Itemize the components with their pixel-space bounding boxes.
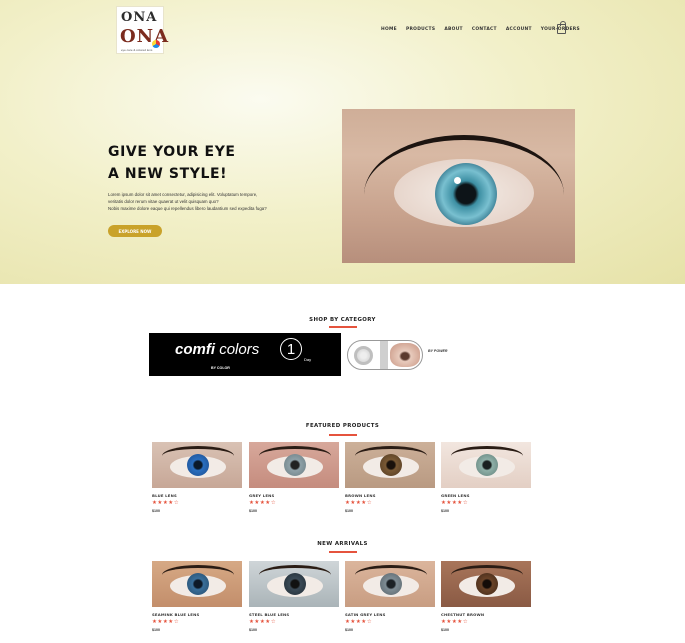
nav-account[interactable]: ACCOUNT <box>506 27 532 32</box>
hero-eye-image <box>342 109 575 263</box>
category-comfi-colors-banner[interactable]: comfi colors 1 Day BY COLOR <box>149 333 341 376</box>
product-card[interactable]: GREEN LENS ★★★★☆ $100 <box>441 442 531 527</box>
product-name: GREY LENS <box>249 493 275 498</box>
product-name: BLUE LENS <box>152 493 177 498</box>
star-rating: ★★★★☆ <box>441 619 469 625</box>
iris <box>284 454 306 476</box>
product-name: SEAMINK BLUE LENS <box>152 612 200 617</box>
star-rating: ★★★★☆ <box>441 500 469 506</box>
product-card[interactable]: BROWN LENS ★★★★☆ $100 <box>345 442 435 527</box>
contact-lens-icon <box>354 346 373 365</box>
product-image <box>345 561 435 607</box>
product-name: GREEN LENS <box>441 493 470 498</box>
product-price: $100 <box>249 628 257 632</box>
product-name: CHESTNUT BROWN <box>441 612 485 617</box>
iris <box>380 573 402 595</box>
hero-iris-shine <box>454 177 461 184</box>
arrivals-title-underline <box>329 551 357 553</box>
explore-now-button[interactable]: EXPLORE NOW <box>108 225 162 237</box>
power-divider <box>380 341 388 369</box>
arrivals-section-title: NEW ARRIVALS <box>317 541 368 547</box>
hero-text-line-2: veritatis dolor rerum vitae quaerat ut v… <box>108 199 219 205</box>
nav-contact[interactable]: CONTACT <box>472 27 497 32</box>
product-price: $100 <box>152 628 160 632</box>
iris <box>284 573 306 595</box>
iris <box>187 454 209 476</box>
product-card[interactable]: SEAMINK BLUE LENS ★★★★☆ $100 <box>152 561 242 643</box>
product-price: $100 <box>441 628 449 632</box>
iris <box>380 454 402 476</box>
product-image <box>249 442 339 488</box>
hero-text-line-1: Lorem ipsum dolor sit amet consectetur, … <box>108 192 258 197</box>
product-price: $100 <box>345 628 353 632</box>
comfi-brand-name: comfi colors <box>175 341 260 358</box>
category-title-underline <box>329 326 357 328</box>
category-by-power-banner[interactable] <box>347 340 423 370</box>
comfi-day-label: Day <box>304 357 312 362</box>
hero-title: GIVE YOUR EYE A NEW STYLE! <box>108 141 288 185</box>
product-price: $100 <box>441 509 449 513</box>
product-card[interactable]: CHESTNUT BROWN ★★★★☆ $100 <box>441 561 531 643</box>
star-rating: ★★★★☆ <box>249 619 277 625</box>
logo-tagline: eye care & colored lens <box>121 48 153 52</box>
nav-products[interactable]: PRODUCTS <box>406 27 435 32</box>
product-image <box>152 561 242 607</box>
logo-brand-text: ONA <box>120 26 170 47</box>
nav-about[interactable]: ABOUT <box>444 27 463 32</box>
product-card[interactable]: SATIN GREY LENS ★★★★☆ $100 <box>345 561 435 643</box>
star-rating: ★★★★☆ <box>345 500 373 506</box>
iris <box>476 454 498 476</box>
star-rating: ★★★★☆ <box>152 619 180 625</box>
iris <box>476 573 498 595</box>
product-image <box>345 442 435 488</box>
featured-title-underline <box>329 434 357 436</box>
star-rating: ★★★★☆ <box>152 500 180 506</box>
product-image <box>249 561 339 607</box>
category-section-title: SHOP BY CATEGORY <box>309 317 376 323</box>
star-rating: ★★★★☆ <box>249 500 277 506</box>
brand-logo[interactable]: ONA ONA eye care & colored lens <box>116 6 168 54</box>
product-name: BROWN LENS <box>345 493 376 498</box>
comfi-one-badge: 1 <box>280 338 302 360</box>
hero-title-line-2: A NEW STYLE! <box>108 166 228 182</box>
product-card[interactable]: BLUE LENS ★★★★☆ $100 <box>152 442 242 527</box>
main-nav: HOME PRODUCTS ABOUT CONTACT ACCOUNT YOUR… <box>381 27 580 32</box>
product-image <box>441 442 531 488</box>
iris <box>187 573 209 595</box>
product-image <box>152 442 242 488</box>
featured-section-title: FEATURED PRODUCTS <box>305 423 380 429</box>
product-price: $100 <box>345 509 353 513</box>
by-power-label[interactable]: BY POWER <box>428 349 448 353</box>
product-image <box>441 561 531 607</box>
star-rating: ★★★★☆ <box>345 619 373 625</box>
logo-color-dot-icon <box>152 40 160 48</box>
hero-text-line-3: Nobis maxime dolore eaque qui repellendu… <box>108 206 267 212</box>
shopping-bag-icon[interactable] <box>557 21 566 34</box>
product-name: STEEL BLUE LENS <box>249 612 290 617</box>
hero-title-line-1: GIVE YOUR EYE <box>108 144 236 160</box>
product-price: $100 <box>249 509 257 513</box>
power-eye-thumbnail <box>390 343 420 367</box>
product-card[interactable]: GREY LENS ★★★★☆ $100 <box>249 442 339 527</box>
nav-home[interactable]: HOME <box>381 27 397 32</box>
product-price: $100 <box>152 509 160 513</box>
comfi-by-color-label: BY COLOR <box>211 366 230 370</box>
product-card[interactable]: STEEL BLUE LENS ★★★★☆ $100 <box>249 561 339 643</box>
logo-arabic-glyph: ONA <box>121 10 158 25</box>
product-name: SATIN GREY LENS <box>345 612 386 617</box>
hero-description: Lorem ipsum dolor sit amet consectetur, … <box>108 191 338 213</box>
hero-iris <box>435 163 497 225</box>
